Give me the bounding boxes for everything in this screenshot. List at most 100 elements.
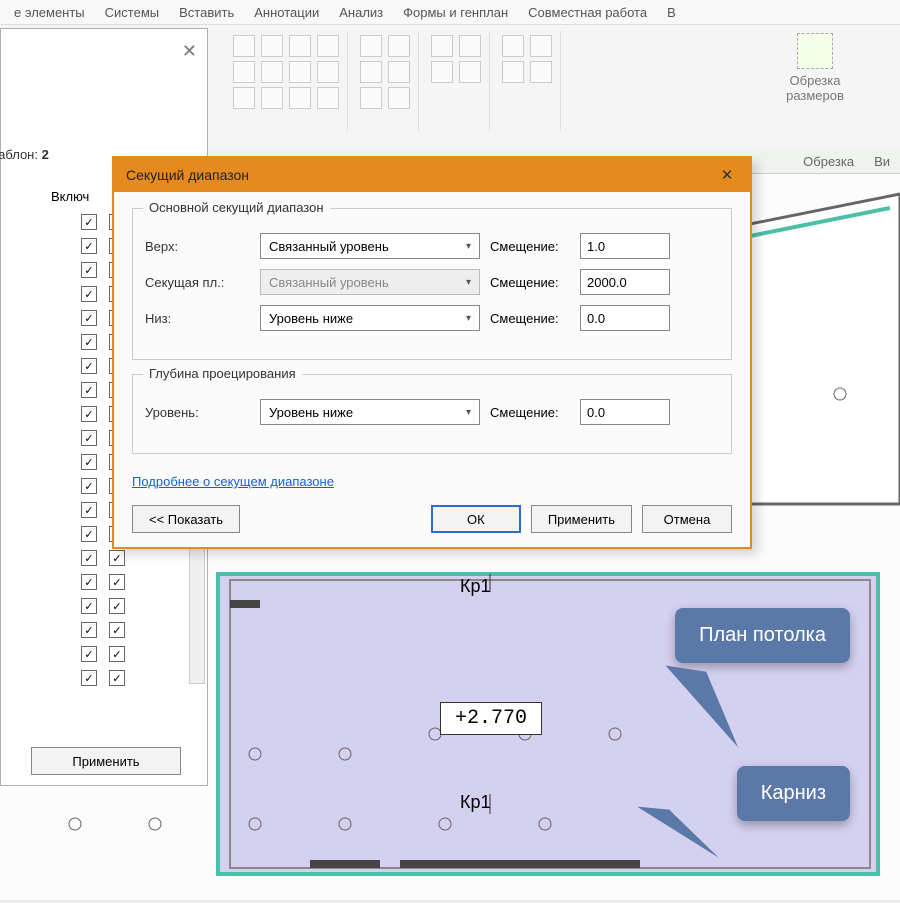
cancel-button[interactable]: Отмена: [642, 505, 732, 533]
ribbon-icon[interactable]: [289, 61, 311, 83]
level-offset-input[interactable]: 0.0: [580, 399, 670, 425]
primary-range-group: Основной секущий диапазон Верх: Связанны…: [132, 208, 732, 360]
checkbox[interactable]: ✓: [81, 430, 97, 446]
checkbox[interactable]: ✓: [81, 382, 97, 398]
menu-item[interactable]: Аннотации: [244, 5, 329, 20]
learn-more-link[interactable]: Подробнее о секущем диапазоне: [132, 474, 334, 489]
close-icon[interactable]: ✕: [182, 41, 197, 62]
checkbox[interactable]: ✓: [81, 262, 97, 278]
checkbox[interactable]: ✓: [81, 238, 97, 254]
checkbox[interactable]: ✓: [109, 646, 125, 662]
ribbon-icon[interactable]: [530, 35, 552, 57]
ribbon-icon[interactable]: [360, 61, 382, 83]
callout-ceiling-plan: План потолка: [675, 608, 850, 663]
ribbon-icon[interactable]: [233, 35, 255, 57]
level-combo[interactable]: Уровень ниже▾: [260, 399, 480, 425]
checkbox[interactable]: ✓: [81, 670, 97, 686]
checkbox[interactable]: ✓: [81, 478, 97, 494]
view-depth-group: Глубина проецирования Уровень: Уровень н…: [132, 374, 732, 454]
ribbon-icon[interactable]: [502, 35, 524, 57]
chevron-down-icon: ▾: [466, 277, 471, 288]
ribbon-icon[interactable]: [388, 87, 410, 109]
ribbon-icon[interactable]: [261, 35, 283, 57]
checkbox[interactable]: ✓: [81, 214, 97, 230]
checkbox[interactable]: ✓: [109, 598, 125, 614]
ribbon-icon[interactable]: [261, 61, 283, 83]
checkbox[interactable]: ✓: [81, 502, 97, 518]
checkbox[interactable]: ✓: [81, 646, 97, 662]
show-button[interactable]: << Показать: [132, 505, 240, 533]
offset-label: Смещение:: [490, 311, 570, 326]
menu-item[interactable]: Формы и генплан: [393, 5, 518, 20]
ribbon-icon[interactable]: [233, 87, 255, 109]
top-offset-input[interactable]: 1.0: [580, 233, 670, 259]
ribbon-icon[interactable]: [431, 35, 453, 57]
checkbox[interactable]: ✓: [81, 454, 97, 470]
checkbox[interactable]: ✓: [109, 622, 125, 638]
checkbox[interactable]: ✓: [81, 358, 97, 374]
ribbon-icon[interactable]: [388, 35, 410, 57]
checkbox[interactable]: ✓: [109, 670, 125, 686]
ok-button[interactable]: ОК: [431, 505, 521, 533]
ribbon-big-label: размеров: [780, 88, 850, 103]
checkbox-column: ✓ ✓ ✓ ✓ ✓ ✓ ✓ ✓ ✓ ✓ ✓ ✓ ✓ ✓ ✓ ✓ ✓ ✓ ✓ ✓: [81, 214, 97, 686]
apply-button[interactable]: Применить: [531, 505, 632, 533]
checkbox[interactable]: ✓: [81, 622, 97, 638]
cutplane-offset-input[interactable]: 2000.0: [580, 269, 670, 295]
bottom-combo[interactable]: Уровень ниже▾: [260, 305, 480, 331]
dialog-titlebar[interactable]: Секущий диапазон ✕: [114, 158, 750, 192]
checkbox[interactable]: ✓: [109, 550, 125, 566]
checkbox[interactable]: ✓: [81, 598, 97, 614]
ribbon-icon[interactable]: [233, 61, 255, 83]
menu-bar: е элементы Системы Вставить Аннотации Ан…: [0, 0, 900, 24]
checkbox[interactable]: ✓: [81, 406, 97, 422]
offset-label: Смещение:: [490, 239, 570, 254]
checkbox[interactable]: ✓: [81, 550, 97, 566]
ribbon-icon[interactable]: [459, 61, 481, 83]
menu-item[interactable]: Совместная работа: [518, 5, 657, 20]
ribbon-icon[interactable]: [317, 35, 339, 57]
ribbon-icon[interactable]: [388, 61, 410, 83]
bottom-label: Низ:: [145, 311, 250, 326]
checkbox[interactable]: ✓: [81, 334, 97, 350]
chevron-down-icon: ▾: [466, 241, 471, 252]
ribbon-icon[interactable]: [502, 61, 524, 83]
ribbon-icon[interactable]: [289, 35, 311, 57]
group-legend: Глубина проецирования: [143, 366, 302, 381]
column-header-include: Включ: [51, 189, 89, 204]
menu-item[interactable]: Системы: [95, 5, 169, 20]
close-icon[interactable]: ✕: [716, 164, 738, 186]
cutplane-label: Секущая пл.:: [145, 275, 250, 290]
ribbon-icon[interactable]: [431, 61, 453, 83]
ribbon-big-button[interactable]: Обрезка размеров: [780, 33, 850, 103]
ribbon-icon[interactable]: [360, 35, 382, 57]
menu-item[interactable]: В: [657, 5, 686, 20]
ribbon-icon[interactable]: [317, 61, 339, 83]
checkbox[interactable]: ✓: [81, 286, 97, 302]
checkbox[interactable]: ✓: [109, 574, 125, 590]
ribbon-icon[interactable]: [289, 87, 311, 109]
menu-item[interactable]: е элементы: [4, 5, 95, 20]
ribbon-icon[interactable]: [317, 87, 339, 109]
dialog-title: Секущий диапазон: [126, 167, 249, 183]
apply-button[interactable]: Применить: [31, 747, 181, 775]
bottom-offset-input[interactable]: 0.0: [580, 305, 670, 331]
top-label: Верх:: [145, 239, 250, 254]
ribbon-tab[interactable]: Обрезка: [803, 154, 854, 169]
checkbox[interactable]: ✓: [81, 574, 97, 590]
ribbon-icon[interactable]: [459, 35, 481, 57]
ribbon-icon[interactable]: [530, 61, 552, 83]
top-combo[interactable]: Связанный уровень▾: [260, 233, 480, 259]
ribbon-icon[interactable]: [261, 87, 283, 109]
chevron-down-icon: ▾: [466, 313, 471, 324]
ribbon-tab[interactable]: Ви: [874, 154, 890, 169]
ribbon-icon[interactable]: [360, 87, 382, 109]
cutplane-combo: Связанный уровень▾: [260, 269, 480, 295]
callout-cornice: Карниз: [737, 766, 850, 821]
menu-item[interactable]: Вставить: [169, 5, 244, 20]
checkbox[interactable]: ✓: [81, 526, 97, 542]
menu-item[interactable]: Анализ: [329, 5, 393, 20]
room-tag: Кр1: [460, 576, 491, 597]
checkbox[interactable]: ✓: [81, 310, 97, 326]
chevron-down-icon: ▾: [466, 407, 471, 418]
